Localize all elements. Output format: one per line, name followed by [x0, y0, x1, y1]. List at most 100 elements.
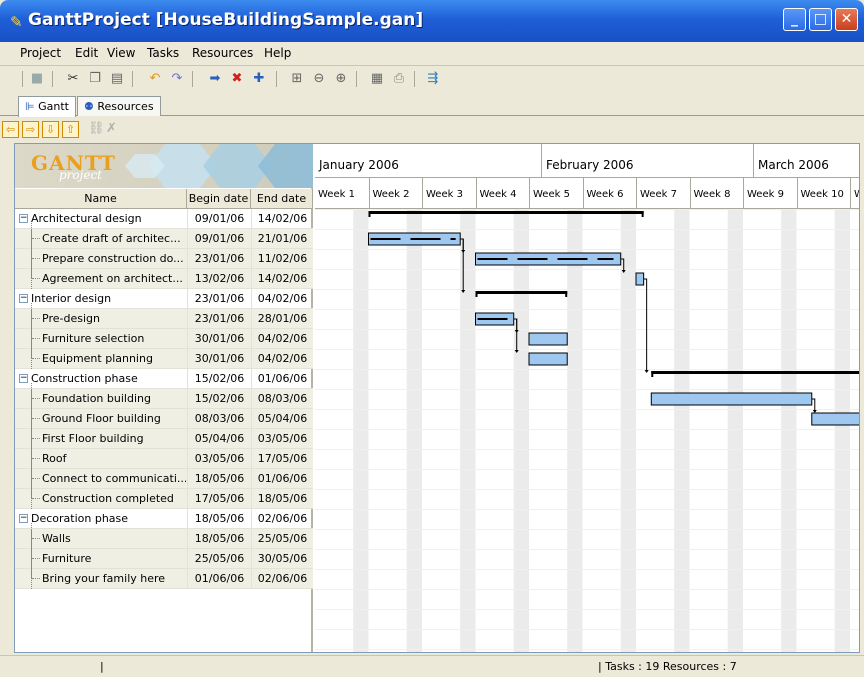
task-end-date[interactable]: 02/06/06 [251, 509, 313, 529]
menu-project[interactable]: Project [20, 46, 61, 60]
task-end-date[interactable]: 04/02/06 [251, 329, 313, 349]
task-bar[interactable] [528, 332, 568, 346]
task-name[interactable]: Connect to communicati... [42, 469, 186, 489]
task-begin-date[interactable]: 23/01/06 [187, 289, 251, 309]
summary-bar-start[interactable] [368, 211, 371, 217]
task-row[interactable]: − Decoration phase 18/05/06 02/06/06 [15, 509, 313, 529]
task-begin-date[interactable]: 08/03/06 [187, 409, 251, 429]
task-begin-date[interactable]: 25/05/06 [187, 549, 251, 569]
task-bar[interactable] [811, 412, 860, 426]
task-row[interactable]: Foundation building 15/02/06 08/03/06 [15, 389, 313, 409]
task-name[interactable]: Architectural design [31, 209, 185, 229]
task-end-date[interactable]: 04/02/06 [251, 349, 313, 369]
close-button[interactable]: ✕ [835, 8, 858, 31]
move-left-icon[interactable]: ⇦ [2, 121, 19, 138]
zoom-out-icon[interactable]: ⊖ [310, 70, 328, 88]
task-end-date[interactable]: 05/04/06 [251, 409, 313, 429]
task-end-date[interactable]: 14/02/06 [251, 269, 313, 289]
new-task-icon[interactable]: ✚ [250, 70, 268, 88]
task-name[interactable]: Roof [42, 449, 186, 469]
collapse-icon[interactable]: − [19, 214, 28, 223]
fit-icon[interactable]: ⊞ [288, 70, 306, 88]
task-end-date[interactable]: 14/02/06 [251, 209, 313, 229]
task-row[interactable]: − Architectural design 09/01/06 14/02/06 [15, 209, 313, 229]
task-name[interactable]: Construction phase [31, 369, 185, 389]
delete-icon[interactable]: ✖ [228, 70, 246, 88]
task-begin-date[interactable]: 30/01/06 [187, 329, 251, 349]
task-begin-date[interactable]: 05/04/06 [187, 429, 251, 449]
task-row[interactable]: Create draft of architec... 09/01/06 21/01… [15, 229, 313, 249]
collapse-icon[interactable]: − [19, 294, 28, 303]
task-end-date[interactable]: 21/01/06 [251, 229, 313, 249]
task-begin-date[interactable]: 15/02/06 [187, 389, 251, 409]
task-begin-date[interactable]: 17/05/06 [187, 489, 251, 509]
cut-icon[interactable]: ✂ [64, 70, 82, 88]
task-begin-date[interactable]: 01/06/06 [187, 569, 251, 589]
task-name[interactable]: First Floor building [42, 429, 186, 449]
task-name[interactable]: Pre-design [42, 309, 186, 329]
menu-edit[interactable]: Edit [75, 46, 98, 60]
task-row[interactable]: Roof 03/05/06 17/05/06 [15, 449, 313, 469]
summary-bar[interactable] [651, 371, 860, 374]
tab-gantt[interactable]: ⊫ Gantt [18, 96, 76, 117]
task-end-date[interactable]: 04/02/06 [251, 289, 313, 309]
minimize-button[interactable]: _ [783, 8, 806, 31]
task-bar[interactable] [528, 352, 568, 366]
summary-bar-start[interactable] [651, 371, 654, 377]
task-name[interactable]: Bring your family here [42, 569, 186, 589]
task-row[interactable]: − Interior design 23/01/06 04/02/06 [15, 289, 313, 309]
summary-bar-end[interactable] [565, 291, 568, 297]
move-right-icon[interactable]: ⇨ [22, 121, 39, 138]
task-begin-date[interactable]: 15/02/06 [187, 369, 251, 389]
task-begin-date[interactable]: 18/05/06 [187, 529, 251, 549]
menu-tasks[interactable]: Tasks [147, 46, 179, 60]
task-end-date[interactable]: 11/02/06 [251, 249, 313, 269]
undo-icon[interactable]: ↶ [146, 70, 164, 88]
task-name[interactable]: Walls [42, 529, 186, 549]
task-begin-date[interactable]: 23/01/06 [187, 309, 251, 329]
indent-icon[interactable]: ➡ [206, 70, 224, 88]
task-row[interactable]: Prepare construction do... 23/01/06 11/02/… [15, 249, 313, 269]
task-row[interactable]: Construction completed 17/05/06 18/05/06 [15, 489, 313, 509]
print-icon[interactable]: ⎙ [390, 70, 408, 88]
task-name[interactable]: Equipment planning [42, 349, 186, 369]
copy-icon[interactable]: ❐ [86, 70, 104, 88]
menu-resources[interactable]: Resources [192, 46, 253, 60]
task-begin-date[interactable]: 18/05/06 [187, 509, 251, 529]
gantt-bars[interactable] [315, 209, 860, 652]
task-begin-date[interactable]: 23/01/06 [187, 249, 251, 269]
task-name[interactable]: Interior design [31, 289, 185, 309]
summary-bar-start[interactable] [475, 291, 478, 297]
task-end-date[interactable]: 01/06/06 [251, 369, 313, 389]
task-row[interactable]: Connect to communicati... 18/05/06 01/06/0… [15, 469, 313, 489]
task-name[interactable]: Construction completed [42, 489, 186, 509]
task-begin-date[interactable]: 09/01/06 [187, 209, 251, 229]
task-end-date[interactable]: 30/05/06 [251, 549, 313, 569]
task-row[interactable]: Furniture 25/05/06 30/05/06 [15, 549, 313, 569]
task-row[interactable]: − Construction phase 15/02/06 01/06/06 [15, 369, 313, 389]
paste-icon[interactable]: ▤ [108, 70, 126, 88]
task-row[interactable]: Ground Floor building 08/03/06 05/04/06 [15, 409, 313, 429]
menu-help[interactable]: Help [264, 46, 291, 60]
task-name[interactable]: Furniture selection [42, 329, 186, 349]
task-row[interactable]: Equipment planning 30/01/06 04/02/06 [15, 349, 313, 369]
task-begin-date[interactable]: 09/01/06 [187, 229, 251, 249]
dependency-arrow[interactable] [643, 278, 648, 372]
task-bar[interactable] [635, 272, 645, 286]
task-name[interactable]: Decoration phase [31, 509, 185, 529]
task-row[interactable]: Walls 18/05/06 25/05/06 [15, 529, 313, 549]
task-name[interactable]: Foundation building [42, 389, 186, 409]
collapse-icon[interactable]: − [19, 374, 28, 383]
task-name[interactable]: Prepare construction do... [42, 249, 186, 269]
task-name[interactable]: Furniture [42, 549, 186, 569]
maximize-button[interactable]: □ [809, 8, 832, 31]
task-end-date[interactable]: 02/06/06 [251, 569, 313, 589]
task-begin-date[interactable]: 30/01/06 [187, 349, 251, 369]
move-down-icon[interactable]: ⇩ [42, 121, 59, 138]
zoom-in-icon[interactable]: ⊕ [332, 70, 350, 88]
critical-path-icon[interactable]: ⇶ [424, 70, 442, 88]
column-header-begin[interactable]: Begin date [187, 189, 251, 209]
tab-resources[interactable]: ⚉ Resources [77, 96, 161, 116]
task-row[interactable]: Agreement on architect... 13/02/06 14/02/0… [15, 269, 313, 289]
summary-bar-end[interactable] [641, 211, 644, 217]
